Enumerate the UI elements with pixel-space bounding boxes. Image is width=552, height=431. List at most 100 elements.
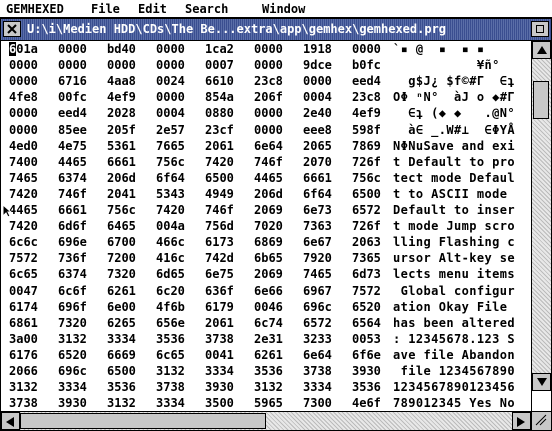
hex-word[interactable]: 4aa8 (107, 74, 136, 88)
hex-word[interactable]: 3536 (107, 380, 136, 394)
hex-word[interactable]: 696c (58, 364, 87, 378)
hex-word[interactable]: 3334 (156, 396, 185, 410)
hex-word[interactable]: 636f (205, 284, 234, 298)
hex-word[interactable]: 23c8 (254, 74, 283, 88)
hex-word[interactable]: 6572 (352, 203, 381, 217)
hex-word[interactable]: 466c (156, 235, 185, 249)
hex-word[interactable]: 7465 (9, 171, 38, 185)
hex-word[interactable]: eed4 (58, 106, 87, 120)
ascii-text[interactable]: ∈ʇ (◆ ◆ .@N° (393, 106, 515, 120)
hex-word[interactable]: 6500 (107, 364, 136, 378)
ascii-text[interactable]: 1234567890123456 (393, 380, 515, 394)
hex-word[interactable]: 756d (205, 219, 234, 233)
hex-word[interactable]: 6500 (352, 187, 381, 201)
hex-word[interactable]: 7320 (107, 267, 136, 281)
hex-word[interactable]: b0fc (352, 58, 381, 72)
hex-word[interactable]: 5965 (254, 396, 283, 410)
hex-word[interactable]: 742d (205, 251, 234, 265)
hex-word[interactable]: 0000 (9, 58, 38, 72)
hex-word[interactable]: 004a (156, 219, 185, 233)
hex-word[interactable]: 6e64 (303, 348, 332, 362)
hex-word[interactable]: 6520 (352, 300, 381, 314)
hex-word[interactable]: 206d (107, 171, 136, 185)
hex-word[interactable]: 726f (352, 155, 381, 169)
hex-word[interactable]: 3334 (205, 364, 234, 378)
hex-word[interactable]: 0880 (205, 106, 234, 120)
ascii-text[interactable]: à∈ _.W#⊥ ∈ΦYÅ (393, 123, 515, 137)
hex-word[interactable]: 6e75 (205, 267, 234, 281)
hex-word[interactable]: 0000 (156, 42, 185, 56)
scroll-down-button[interactable] (532, 373, 551, 391)
hex-word[interactable]: 0000 (254, 58, 283, 72)
hex-word[interactable]: 7465 (303, 267, 332, 281)
hex-word[interactable]: 5361 (107, 139, 136, 153)
window-titlebar[interactable]: U:\i\Medien HDD\CDs\The Be...extra\app\g… (1, 19, 551, 41)
hex-word[interactable]: 3334 (107, 332, 136, 346)
hex-word[interactable]: 0007 (205, 58, 234, 72)
vertical-scrollbar[interactable] (531, 41, 551, 411)
hex-word[interactable]: 3930 (352, 364, 381, 378)
hex-word[interactable]: 0000 (156, 90, 185, 104)
hex-word[interactable]: 6700 (107, 235, 136, 249)
hex-word[interactable]: 601a (9, 42, 38, 56)
hex-word[interactable]: 0000 (303, 74, 332, 88)
ascii-text[interactable]: g$J¿ $f©#Γ ∈ʇ (393, 74, 515, 88)
hex-word[interactable]: 4fe8 (9, 90, 38, 104)
hex-word[interactable]: 726f (352, 219, 381, 233)
ascii-text[interactable]: ave file Abandon (393, 348, 515, 362)
close-button[interactable] (3, 21, 21, 37)
ascii-text[interactable]: Global configur (393, 284, 515, 298)
hex-word[interactable]: 3738 (303, 364, 332, 378)
scroll-left-button[interactable] (1, 412, 20, 430)
hex-word[interactable]: 0000 (107, 58, 136, 72)
hex-word[interactable]: 7365 (352, 251, 381, 265)
hex-word[interactable]: 3536 (254, 364, 283, 378)
hex-word[interactable]: 746f (254, 155, 283, 169)
menu-window[interactable]: Window (262, 2, 305, 16)
hex-word[interactable]: 3500 (205, 396, 234, 410)
ascii-text[interactable]: t to ASCII mode (393, 187, 515, 201)
hex-word[interactable]: 6661 (303, 171, 332, 185)
hex-word[interactable]: 6c65 (9, 267, 38, 281)
hex-word[interactable]: 6b65 (254, 251, 283, 265)
hex-word[interactable]: 7200 (107, 251, 136, 265)
hex-word[interactable]: 746f (58, 187, 87, 201)
hex-word[interactable]: 2066 (9, 364, 38, 378)
ascii-text[interactable]: OΦ ⁿN° àJ o ◆#Γ (393, 90, 515, 104)
hex-word[interactable]: 6465 (107, 219, 136, 233)
hex-word[interactable]: 696f (58, 300, 87, 314)
hex-word[interactable]: 3132 (254, 380, 283, 394)
hex-word[interactable]: 0000 (58, 58, 87, 72)
hex-word[interactable]: 4ef9 (352, 106, 381, 120)
hex-word[interactable]: 00fc (58, 90, 87, 104)
hex-word[interactable]: 7300 (303, 396, 332, 410)
hex-word[interactable]: 7420 (9, 219, 38, 233)
hex-word[interactable]: 7420 (156, 203, 185, 217)
hex-word[interactable]: 3132 (107, 396, 136, 410)
hex-word[interactable]: 0000 (9, 123, 38, 137)
hex-word[interactable]: 6c6f (58, 284, 87, 298)
ascii-text[interactable]: `▪ @ ▪ ▪ ▪ (393, 42, 485, 56)
ascii-text[interactable]: lling Flashing c (393, 235, 515, 249)
scroll-right-button[interactable] (512, 412, 531, 430)
horizontal-scroll-track[interactable] (20, 412, 512, 430)
hex-word[interactable]: 7420 (205, 155, 234, 169)
vertical-scroll-thumb[interactable] (533, 81, 549, 119)
hex-word[interactable]: 4ef9 (107, 90, 136, 104)
hex-word[interactable]: 3738 (205, 332, 234, 346)
hex-word[interactable]: 205f (107, 123, 136, 137)
hex-word[interactable]: 756c (352, 171, 381, 185)
hex-word[interactable]: 2065 (303, 139, 332, 153)
hex-word[interactable]: 7363 (303, 219, 332, 233)
hex-word[interactable]: 6d65 (156, 267, 185, 281)
hex-word[interactable]: 7869 (352, 139, 381, 153)
hex-word[interactable]: 6c74 (254, 316, 283, 330)
hex-word[interactable]: 0000 (254, 42, 283, 56)
hex-word[interactable]: 2069 (254, 267, 283, 281)
hex-word[interactable]: 6374 (58, 171, 87, 185)
hex-word[interactable]: 6f64 (303, 187, 332, 201)
ascii-text[interactable]: NΦNuSave and exi (393, 139, 515, 153)
fuller-button[interactable] (531, 21, 549, 37)
hex-word[interactable]: 0000 (352, 42, 381, 56)
hex-word[interactable]: 6c20 (156, 284, 185, 298)
